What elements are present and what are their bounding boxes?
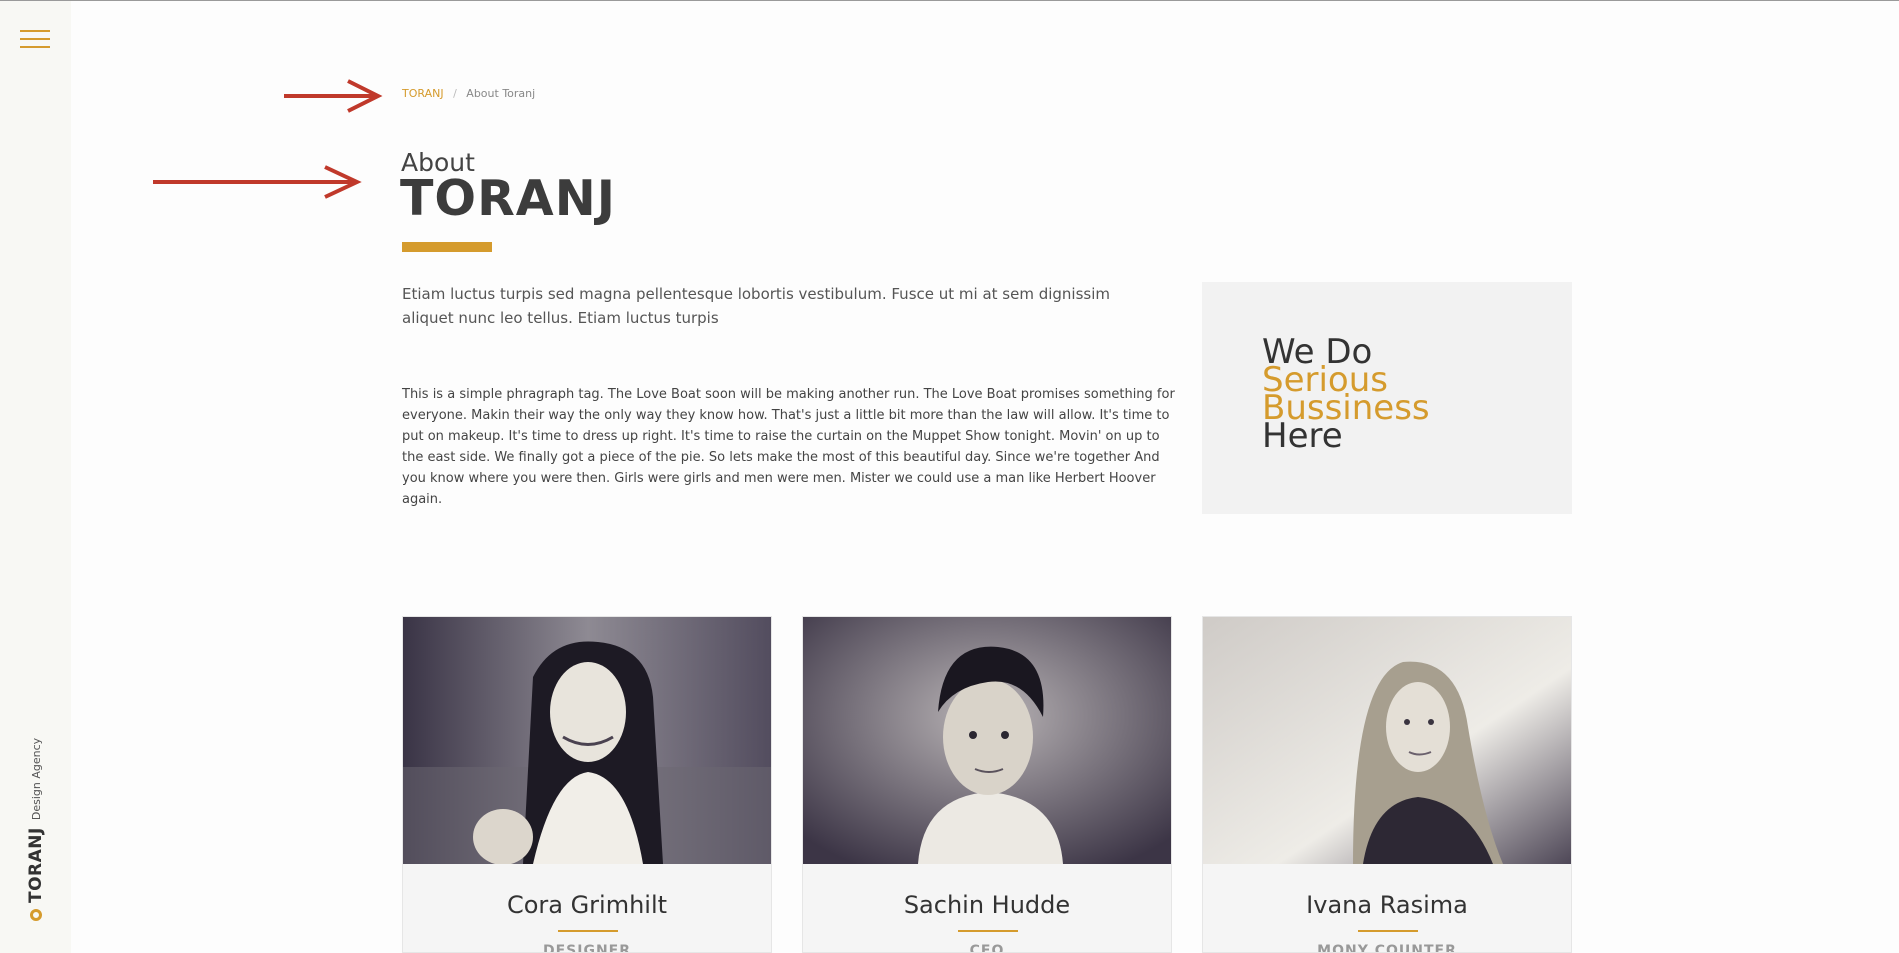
sidebar: TORANJ Design Agency	[0, 1, 71, 953]
top-border	[0, 0, 1899, 1]
hamburger-icon[interactable]	[20, 30, 50, 50]
brand-logo[interactable]: TORANJ Design Agency	[26, 738, 46, 921]
slogan-box: We Do Serious Bussiness Here	[1202, 282, 1572, 514]
brand-name: TORANJ	[26, 827, 46, 903]
breadcrumb-link-home[interactable]: TORANJ	[402, 87, 444, 100]
team-photo	[1203, 617, 1571, 864]
page-title: TORANJ	[400, 170, 616, 227]
team-photo	[803, 617, 1171, 864]
body-paragraph: This is a simple phragraph tag. The Love…	[402, 387, 1175, 507]
breadcrumb: TORANJ / About Toranj	[402, 87, 535, 100]
team-member-name: Sachin Hudde	[903, 891, 1071, 919]
annotation-arrow-icon	[284, 79, 383, 113]
team-card[interactable]: Ivana Rasima MONY COUNTER	[1202, 616, 1572, 953]
breadcrumb-separator: /	[453, 87, 457, 100]
slogan: We Do Serious Bussiness Here	[1262, 335, 1430, 453]
name-underline	[1358, 930, 1418, 932]
title-underline	[402, 242, 492, 252]
name-underline	[558, 930, 618, 932]
lead-paragraph: Etiam luctus turpis sed magna pellentesq…	[402, 285, 1111, 327]
team-member-name: Ivana Rasima	[1306, 891, 1468, 919]
team-member-role: MONY COUNTER	[1317, 943, 1457, 953]
breadcrumb-current: About Toranj	[466, 87, 536, 100]
team-card[interactable]: Cora Grimhilt DESIGNER	[402, 616, 772, 953]
brand-tagline: Design Agency	[29, 737, 43, 821]
annotation-arrow-icon	[153, 165, 362, 199]
team-member-name: Cora Grimhilt	[506, 891, 668, 919]
name-underline	[958, 930, 1018, 932]
logo-ring-icon	[30, 909, 42, 921]
team-member-role: DESIGNER	[542, 943, 632, 953]
team-photo	[403, 617, 771, 864]
team-card[interactable]: Sachin Hudde CEO	[802, 616, 1172, 953]
team-member-role: CEO	[969, 943, 1005, 953]
